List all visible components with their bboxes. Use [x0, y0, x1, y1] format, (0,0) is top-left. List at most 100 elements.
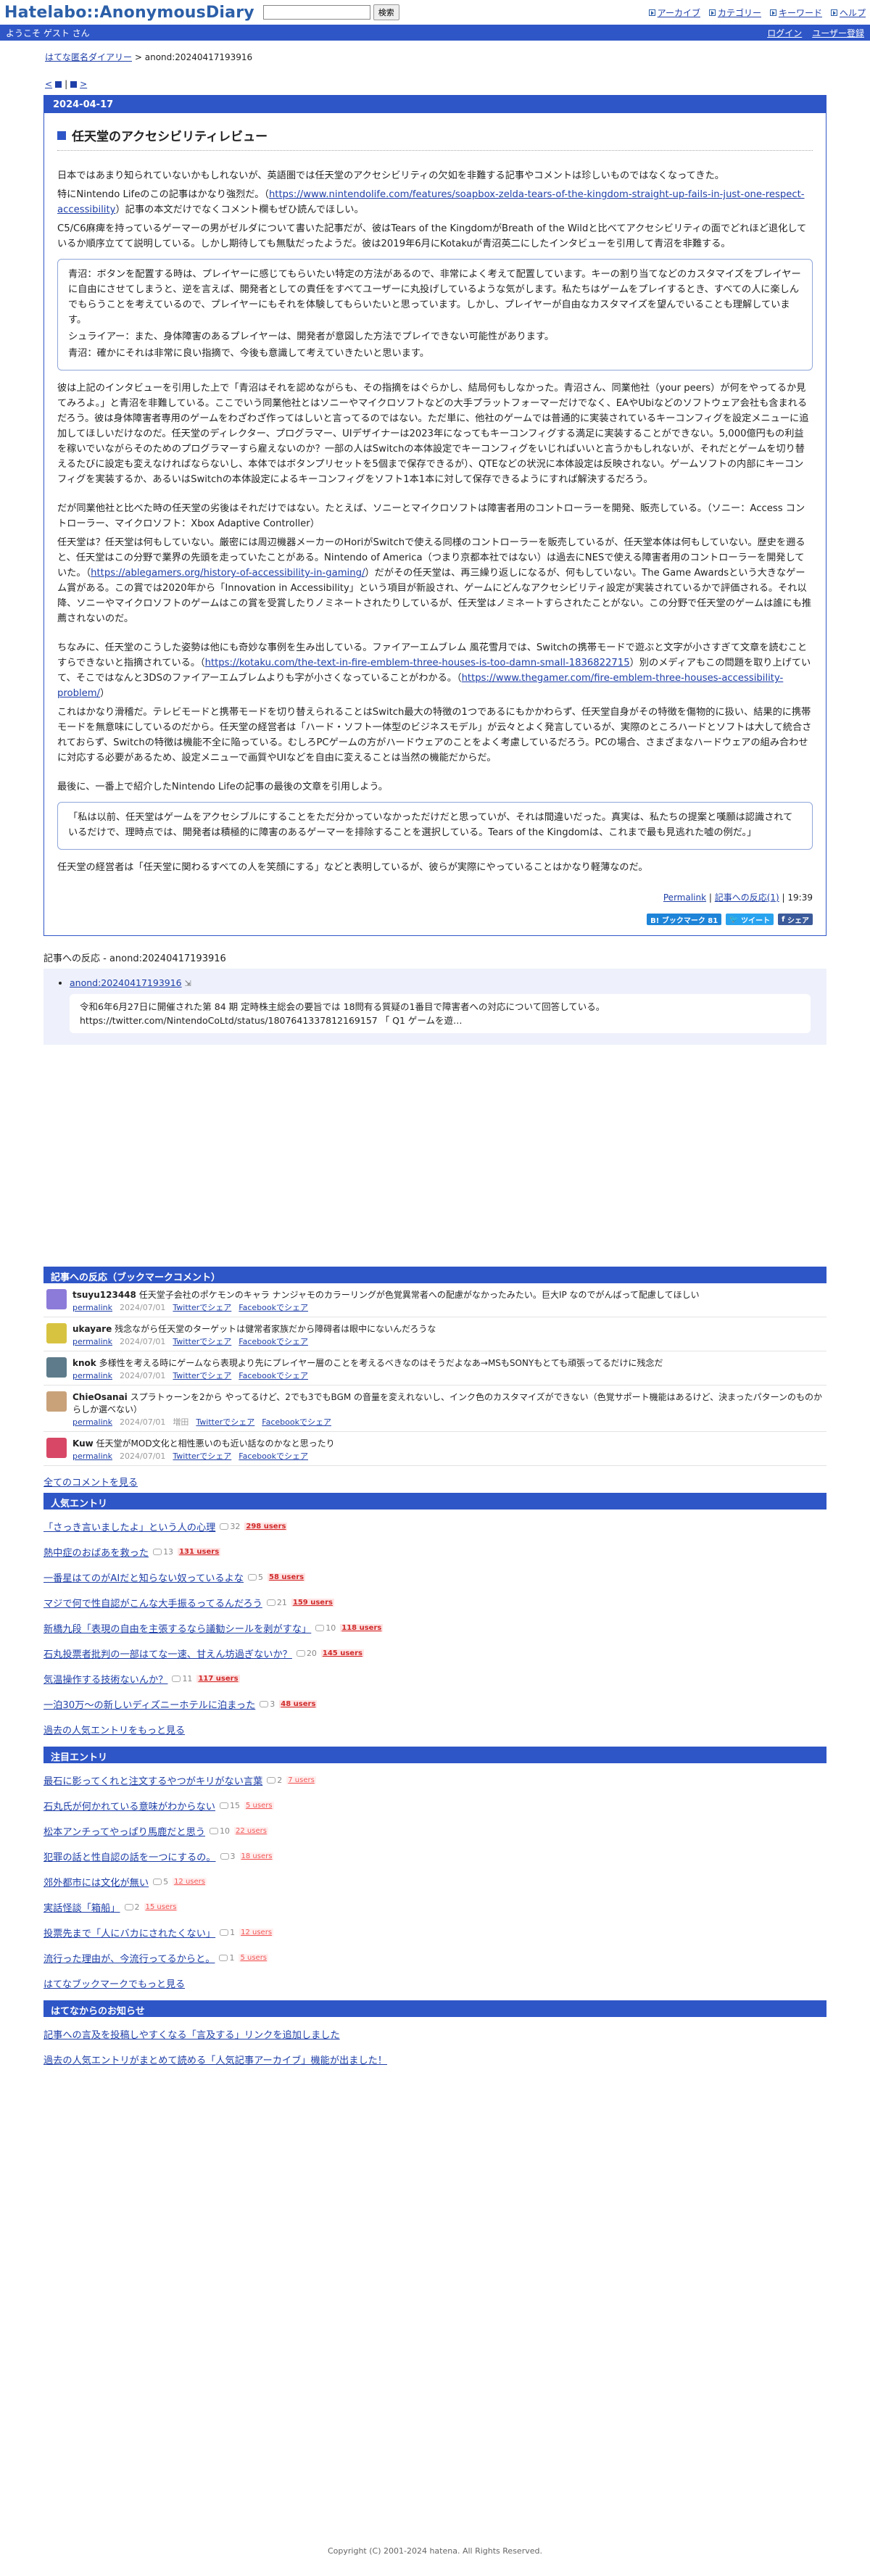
bookmark-comments-heading: 記事への反応（ブックマークコメント） [44, 1267, 826, 1283]
facebook-share-link[interactable]: Facebookでシェア [239, 1301, 308, 1314]
bookmark-users-count[interactable]: 131 users [178, 1548, 221, 1556]
bookmark-users-count[interactable]: 15 users [144, 1903, 178, 1911]
entry-list-title[interactable]: 最石に影ってくれと注文するやつがキリがない言葉 [44, 1773, 262, 1787]
bookmark-users-count[interactable]: 298 users [244, 1523, 288, 1531]
entry-list-title[interactable]: 投票先まで「人にバカにされたくない」 [44, 1926, 215, 1939]
nav-archive[interactable]: アーカイブ [648, 7, 700, 19]
avatar[interactable] [46, 1438, 67, 1458]
entry-list-title[interactable]: 熱中症のおばあを救った [44, 1545, 149, 1559]
arrow-right-icon [769, 9, 776, 16]
reactions-link[interactable]: 記事への反応(1) [715, 893, 779, 903]
entry-list-title[interactable]: 実話怪談「箱船」 [44, 1900, 120, 1914]
comment-count: 1 [219, 1953, 234, 1963]
bookmark-comments-list: tsuyu123448 任天堂子会社のポケモンのキャラ ナンジャモのカラーリング… [44, 1283, 826, 1466]
share-bar: B! ブックマーク 81 🐦 ツイート f シェア [57, 914, 813, 925]
entry-list-title[interactable]: 一番星はてのがAIだと知らない奴っているよな [44, 1570, 244, 1584]
facebook-share-link[interactable]: Facebookでシェア [239, 1450, 308, 1462]
permalink[interactable]: Permalink [663, 893, 706, 903]
avatar[interactable] [46, 1289, 67, 1309]
reference-link[interactable]: anond:20240417193916 [70, 977, 182, 988]
twitter-share-link[interactable]: Twitterでシェア [173, 1450, 231, 1462]
avatar[interactable] [46, 1391, 67, 1412]
news-item[interactable]: 過去の人気エントリがまとめて読める「人気記事アーカイブ」機能が出ました！ [44, 2053, 387, 2066]
entry-list-title[interactable]: 犯罪の話と性自認の話を一つにするの。 [44, 1850, 216, 1863]
bookmark-user[interactable]: ukayare [72, 1324, 112, 1334]
nav-keyword[interactable]: キーワード [769, 7, 822, 19]
entry-list-title[interactable]: 気温操作する技術ないんか？ [44, 1672, 167, 1686]
entry-paragraph: 任天堂の経営者は「任天堂に関わるすべての人を笑顔にする」などと表明しているが、彼… [57, 862, 648, 873]
bookmark-permalink[interactable]: permalink [72, 1301, 112, 1314]
speech-bubble-icon [219, 1955, 228, 1961]
bookmark-users-count[interactable]: 12 users [173, 1878, 207, 1886]
comment-count: 15 [219, 1801, 240, 1810]
entry-paragraph: これはかなり滑稽だ。テレビモードと携帯モードを切り替えられることはSwitch最… [57, 707, 812, 763]
bookmark-users-count[interactable]: 117 users [196, 1675, 240, 1683]
bookmark-users-count[interactable]: 58 users [268, 1573, 306, 1581]
facebook-share-link[interactable]: Facebookでシェア [239, 1335, 308, 1348]
nav-help[interactable]: ヘルプ [830, 7, 866, 19]
twitter-share-link[interactable]: Twitterでシェア [196, 1416, 254, 1428]
entry-list-title[interactable]: 石丸氏が何かれている意味がわからない [44, 1799, 215, 1813]
more-popular-link[interactable]: 過去の人気エントリをもっと見る [44, 1726, 185, 1736]
next-day-link[interactable]: > [80, 79, 87, 89]
entry-list-item: 新橋九段「表現の自由を主張するなら議勧シールを剥がすな」 10 118 users [44, 1621, 826, 1635]
avatar[interactable] [46, 1357, 67, 1378]
bookmark-user[interactable]: tsuyu123448 [72, 1290, 136, 1300]
entry-list-title[interactable]: 一泊30万〜の新しいディズニーホテルに泊まった [44, 1697, 255, 1711]
bookmark-users-count[interactable]: 12 users [239, 1929, 274, 1937]
entry-list-title[interactable]: 松本アンチってやっぱり馬鹿だと思う [44, 1824, 205, 1838]
bookmark-user[interactable]: knok [72, 1358, 96, 1368]
footer-copyright: Copyright (C) 2001-2024 hatena. All Righ… [328, 2546, 542, 2556]
search-button[interactable]: 検索 [373, 4, 399, 20]
entry-list-title[interactable]: 新橋九段「表現の自由を主張するなら議勧シールを剥がすな」 [44, 1621, 311, 1635]
entry-list-title[interactable]: マジで何で性自認がこんな大手振るってるんだろう [44, 1596, 262, 1610]
bookmark-permalink[interactable]: permalink [72, 1335, 112, 1348]
ablegamers-link[interactable]: https://ablegamers.org/history-of-access… [91, 568, 365, 579]
bookmark-users-count[interactable]: 18 users [239, 1852, 274, 1860]
prev-day-link[interactable]: < [45, 79, 52, 89]
bookmark-users-count[interactable]: 5 users [244, 1802, 274, 1810]
bookmark-users-count[interactable]: 145 users [320, 1649, 364, 1657]
entry-list-title[interactable]: 流行った理由が、今流行ってるからと。 [44, 1951, 215, 1965]
speech-bubble-icon [153, 1879, 162, 1885]
twitter-share-link[interactable]: Twitterでシェア [173, 1335, 231, 1348]
facebook-share-link[interactable]: Facebookでシェア [239, 1370, 308, 1382]
entry-list-item: 郊外都市には文化が無い 5 12 users [44, 1875, 826, 1889]
kotaku-link[interactable]: https://kotaku.com/the-text-in-fire-embl… [205, 658, 630, 668]
bookmark-users-count[interactable]: 118 users [340, 1624, 384, 1632]
news-item[interactable]: 記事への言及を投稿しやすくなる「言及する」リンクを追加しました [44, 2027, 340, 2041]
entry-list-title[interactable]: 石丸投票者批判の一部はてな一速、甘えん坊過ぎないか？ [44, 1647, 292, 1660]
bookmark-permalink[interactable]: permalink [72, 1416, 112, 1428]
bookmark-users-count[interactable]: 22 users [234, 1827, 268, 1835]
search-input[interactable] [262, 5, 370, 20]
avatar[interactable] [46, 1323, 67, 1343]
bookmark-users-count[interactable]: 7 users [286, 1776, 316, 1784]
facebook-share-link[interactable]: Facebookでシェア [262, 1416, 331, 1428]
entry-list-title[interactable]: 郊外都市には文化が無い [44, 1875, 149, 1889]
entry-list-item: 気温操作する技術ないんか？ 11 117 users [44, 1672, 826, 1686]
tweet-button[interactable]: 🐦 ツイート [726, 914, 774, 925]
link-icon[interactable]: ⇲ [185, 979, 191, 988]
all-comments-link[interactable]: 全てのコメントを見る [44, 1478, 138, 1488]
breadcrumb-home[interactable]: はてな匿名ダイアリー [45, 52, 132, 62]
bookmark-tag[interactable]: 増田 [173, 1416, 188, 1428]
facebook-share-button[interactable]: f シェア [778, 914, 813, 925]
login-link[interactable]: ログイン [767, 27, 802, 39]
twitter-share-link[interactable]: Twitterでシェア [173, 1370, 231, 1382]
entry-time: 19:39 [787, 893, 813, 903]
bookmark-users-count[interactable]: 48 users [279, 1700, 318, 1708]
bookmark-users-count[interactable]: 159 users [291, 1599, 334, 1607]
more-hot-link[interactable]: はてなブックマークでもっと見る [44, 1979, 185, 1990]
bookmark-permalink[interactable]: permalink [72, 1450, 112, 1462]
register-link[interactable]: ユーザー登録 [812, 27, 864, 39]
bookmark-permalink[interactable]: permalink [72, 1370, 112, 1382]
nav-category[interactable]: カテゴリー [708, 7, 761, 19]
entry-list-title[interactable]: 「さっき言いましたよ」という人の心理 [44, 1520, 215, 1533]
site-logo[interactable]: Hatelabo::AnonymousDiary [4, 4, 254, 22]
speech-bubble-icon [219, 1802, 228, 1809]
bookmark-user[interactable]: ChieOsanai [72, 1392, 128, 1402]
bookmark-user[interactable]: Kuw [72, 1438, 94, 1449]
hatena-bookmark-button[interactable]: B! ブックマーク 81 [647, 914, 722, 925]
twitter-share-link[interactable]: Twitterでシェア [173, 1301, 231, 1314]
bookmark-users-count[interactable]: 5 users [239, 1954, 269, 1962]
